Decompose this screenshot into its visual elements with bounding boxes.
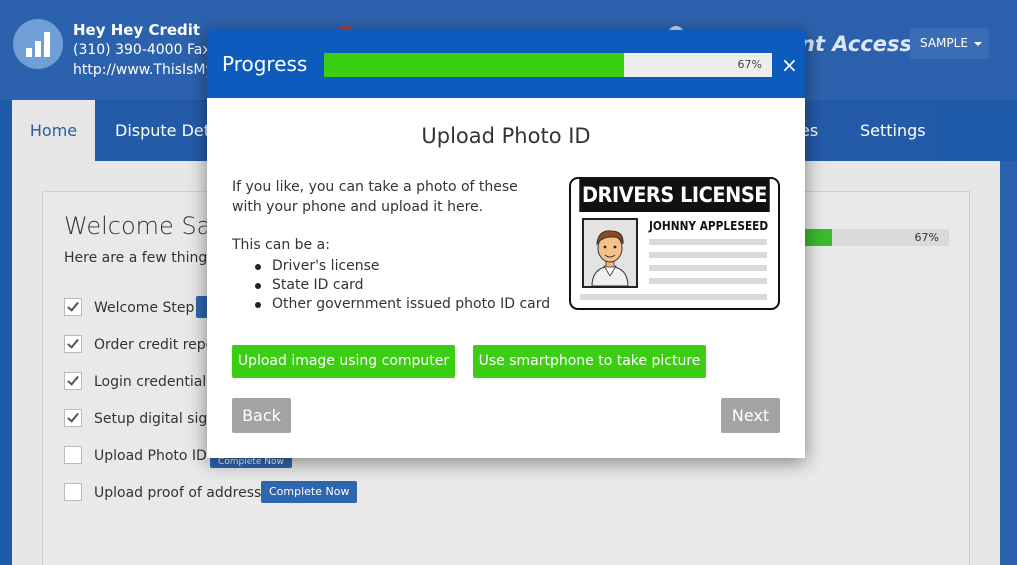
license-portrait-icon	[582, 218, 638, 288]
license-holder-name: JOHNNY APPLESEED	[649, 219, 769, 233]
welcome-progress-fill	[803, 229, 832, 246]
step-label: Order credit repo	[94, 337, 215, 353]
welcome-progress-pct: 67%	[914, 231, 939, 244]
license-detail-line	[649, 278, 767, 284]
modal-heading: Upload Photo ID	[421, 124, 591, 148]
step-checkbox[interactable]	[64, 446, 82, 464]
id-types-list: Driver's license State ID card Other gov…	[252, 257, 550, 314]
upload-from-computer-button[interactable]: Upload image using computer	[232, 345, 455, 378]
nav-home[interactable]: Home	[12, 100, 95, 161]
nav-settings[interactable]: Settings	[860, 100, 926, 161]
step-label: Upload proof of address	[94, 485, 262, 501]
step-label: Setup digital signa	[94, 411, 225, 427]
welcome-subtitle: Here are a few things t	[64, 250, 225, 266]
list-item: State ID card	[252, 276, 550, 295]
company-logo	[13, 19, 63, 69]
check-icon	[67, 373, 79, 386]
modal-progress-pct: 67%	[737, 58, 762, 71]
license-detail-line	[580, 294, 767, 300]
check-icon	[67, 410, 79, 423]
modal-intro: If you like, you can take a photo of the…	[232, 179, 518, 215]
close-icon[interactable]: ×	[781, 54, 798, 76]
company-name: Hey Hey Credit	[73, 21, 201, 39]
list-item: Other government issued photo ID card	[252, 295, 550, 314]
drivers-license-illustration: DRIVERS LICENSE JOHNNY APPLESEED	[569, 177, 780, 310]
check-icon	[67, 299, 79, 312]
bar-chart-icon	[26, 32, 50, 57]
company-url: http://www.ThisIsMy	[73, 62, 214, 78]
modal-header: Progress 67% ×	[207, 30, 805, 98]
step-label: Login credentials	[94, 374, 214, 390]
next-button[interactable]: Next	[721, 398, 780, 433]
list-item: Driver's license	[252, 257, 550, 276]
license-header: DRIVERS LICENSE	[579, 179, 770, 212]
modal-progress-fill	[324, 53, 625, 77]
upload-photo-id-modal: Progress 67% × Upload Photo ID If you li…	[207, 30, 805, 458]
modal-title: Progress	[222, 52, 308, 76]
modal-progress-bar: 67%	[324, 53, 772, 77]
id-types-label: This can be a:	[232, 237, 330, 253]
portal-brand: nt Access	[800, 32, 913, 56]
company-info: Hey Hey Credit (310) 390-4000 Fax: http:…	[73, 20, 215, 80]
step-checkbox[interactable]	[64, 409, 82, 427]
sample-dropdown[interactable]: SAMPLE	[910, 28, 989, 59]
license-detail-line	[649, 252, 767, 258]
back-button[interactable]: Back	[232, 398, 291, 433]
welcome-progress-bar: 67%	[803, 229, 949, 246]
step-checkbox[interactable]	[64, 298, 82, 316]
step-checkbox[interactable]	[64, 335, 82, 353]
caret-down-icon	[973, 41, 982, 46]
complete-now-badge[interactable]: Complete Now	[261, 481, 358, 503]
nav-dispute-details[interactable]: Dispute Deta	[115, 100, 220, 161]
use-smartphone-button[interactable]: Use smartphone to take picture	[473, 345, 706, 378]
license-detail-line	[649, 239, 767, 245]
license-detail-line	[649, 265, 767, 271]
sample-label: SAMPLE	[920, 36, 968, 50]
step-label: Welcome Step	[94, 300, 195, 316]
step-label: Upload Photo ID	[94, 448, 207, 464]
page-scrollbar[interactable]	[1000, 161, 1017, 565]
company-phone: (310) 390-4000 Fax:	[73, 42, 216, 58]
step-checkbox[interactable]	[64, 483, 82, 501]
step-checkbox[interactable]	[64, 372, 82, 390]
check-icon	[67, 336, 79, 349]
